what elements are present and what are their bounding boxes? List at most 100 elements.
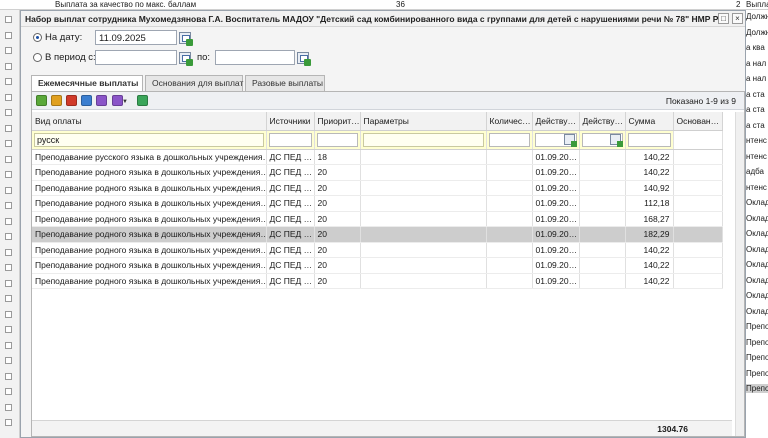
background-list-item: Должн: [746, 12, 768, 21]
period-to-calendar-icon[interactable]: [297, 52, 311, 66]
cell-source: ДС ПЕД …: [266, 226, 315, 243]
maximize-button[interactable]: □: [718, 13, 729, 24]
grid-scrollbar[interactable]: [735, 112, 744, 436]
background-checkbox[interactable]: [5, 341, 12, 349]
cell-basis: [673, 195, 723, 212]
filter-vid-input[interactable]: русск: [34, 132, 264, 147]
background-checkbox[interactable]: [5, 310, 12, 318]
background-checkbox[interactable]: [5, 233, 12, 240]
column-header-quantity[interactable]: Количес…: [486, 112, 533, 131]
calendar-icon[interactable]: [609, 133, 623, 147]
background-checkbox[interactable]: [5, 171, 12, 178]
chevron-down-icon: ▼: [122, 99, 128, 105]
filter-valid-from-input[interactable]: [534, 132, 577, 147]
table-row[interactable]: Преподавание родного языка в дошкольных …: [32, 273, 723, 289]
background-list-item: нтенс: [746, 151, 767, 161]
sum-icon[interactable]: [96, 95, 107, 106]
background-checkbox[interactable]: [5, 295, 12, 302]
background-checkbox[interactable]: [5, 31, 12, 39]
cell-source: ДС ПЕД …: [266, 149, 315, 165]
cell-source: ДС ПЕД …: [266, 180, 315, 196]
background-checkbox[interactable]: [5, 202, 12, 209]
background-checkbox[interactable]: [5, 388, 12, 395]
cell-valid-from: 01.09.20…: [532, 211, 580, 227]
background-checkbox[interactable]: [5, 279, 12, 287]
background-checkbox[interactable]: [5, 78, 12, 85]
column-header-valid-from[interactable]: Действу…: [532, 112, 580, 131]
cell-source: ДС ПЕД …: [266, 257, 315, 274]
tab-payment-grounds[interactable]: Основания для выплат: [145, 75, 243, 91]
background-list-item: Препо: [746, 368, 768, 378]
tab-monthly-payments[interactable]: Ежемесячные выплаты: [31, 75, 143, 92]
background-checkbox[interactable]: [5, 326, 12, 333]
background-list-item: Препо: [746, 337, 768, 347]
table-row[interactable]: Преподавание родного языка в дошкольных …: [32, 180, 723, 196]
filter-quantity-input[interactable]: [488, 132, 530, 147]
background-checkbox[interactable]: [5, 217, 12, 225]
background-checkbox[interactable]: [5, 248, 12, 256]
background-checkbox[interactable]: [5, 109, 12, 116]
cell-quantity: [486, 273, 533, 289]
cell-valid-to: [579, 195, 626, 212]
background-list-item: Оклад: [746, 244, 768, 254]
background-checkbox[interactable]: [5, 62, 12, 70]
filter-params-input[interactable]: [362, 132, 484, 147]
tab-one-time-payments[interactable]: Разовые выплаты: [245, 75, 325, 91]
table-row[interactable]: Преподавание родного языка в дошкольных …: [32, 211, 723, 227]
column-header-sources[interactable]: Источники: [266, 112, 315, 131]
column-header-basis[interactable]: Основан…: [673, 112, 723, 131]
period-to-field[interactable]: [215, 50, 295, 65]
column-header-vid[interactable]: Вид оплаты: [32, 112, 267, 131]
delete-icon[interactable]: [66, 95, 77, 106]
background-checkbox[interactable]: [5, 357, 12, 364]
on-date-field[interactable]: 11.09.2025: [95, 30, 177, 45]
filter-sum-input[interactable]: [627, 132, 671, 147]
cell-valid-from: 01.09.20…: [532, 257, 580, 274]
background-checkbox[interactable]: [5, 419, 12, 426]
table-row[interactable]: Преподавание родного языка в дошкольных …: [32, 226, 723, 243]
period-radio[interactable]: [33, 53, 42, 62]
cell-vid: Преподавание русского языка в дошкольных…: [32, 149, 267, 165]
column-header-sum[interactable]: Сумма: [625, 112, 674, 131]
table-row[interactable]: Преподавание родного языка в дошкольных …: [32, 195, 723, 212]
table-row[interactable]: Преподавание русского языка в дошкольных…: [32, 149, 723, 165]
refresh-icon[interactable]: [137, 95, 148, 106]
cell-basis: [673, 180, 723, 196]
column-header-priority[interactable]: Приорит…: [314, 112, 361, 131]
on-date-radio[interactable]: [33, 33, 42, 42]
filter-valid-to-input[interactable]: [581, 132, 623, 147]
background-checkbox[interactable]: [5, 155, 12, 163]
period-from-field[interactable]: [95, 50, 177, 65]
column-header-params[interactable]: Параметры: [360, 112, 487, 131]
background-checkbox[interactable]: [5, 47, 12, 54]
period-from-calendar-icon[interactable]: [179, 52, 193, 66]
cell-sum: 140,92: [625, 180, 674, 196]
filter-priority-input[interactable]: [316, 132, 358, 147]
background-checkbox[interactable]: [5, 124, 12, 132]
background-checkbox[interactable]: [5, 140, 12, 147]
cell-params: [360, 257, 487, 274]
background-checkbox[interactable]: [5, 372, 12, 380]
cell-vid: Преподавание родного языка в дошкольных …: [32, 273, 267, 289]
background-checkbox[interactable]: [5, 403, 12, 411]
background-checkbox[interactable]: [5, 93, 12, 101]
close-button[interactable]: ×: [732, 13, 743, 24]
calendar-icon[interactable]: [563, 133, 577, 147]
background-checkbox[interactable]: [5, 16, 12, 23]
add-icon[interactable]: [36, 95, 47, 106]
edit-icon[interactable]: [51, 95, 62, 106]
column-header-valid-to[interactable]: Действу…: [579, 112, 626, 131]
background-list-item: нтенс: [746, 136, 767, 145]
background-checkbox[interactable]: [5, 186, 12, 194]
table-row[interactable]: Преподавание родного языка в дошкольных …: [32, 242, 723, 258]
copy-icon[interactable]: [81, 95, 92, 106]
table-row[interactable]: Преподавание родного языка в дошкольных …: [32, 257, 723, 274]
actions-icon[interactable]: ▼: [112, 95, 128, 106]
filter-sources-input[interactable]: [268, 132, 312, 147]
cell-valid-from: 01.09.20…: [532, 180, 580, 196]
cell-source: ДС ПЕД …: [266, 164, 315, 181]
on-date-calendar-icon[interactable]: [179, 32, 193, 46]
table-row[interactable]: Преподавание родного языка в дошкольных …: [32, 164, 723, 181]
cell-basis: [673, 257, 723, 274]
background-checkbox[interactable]: [5, 264, 12, 271]
